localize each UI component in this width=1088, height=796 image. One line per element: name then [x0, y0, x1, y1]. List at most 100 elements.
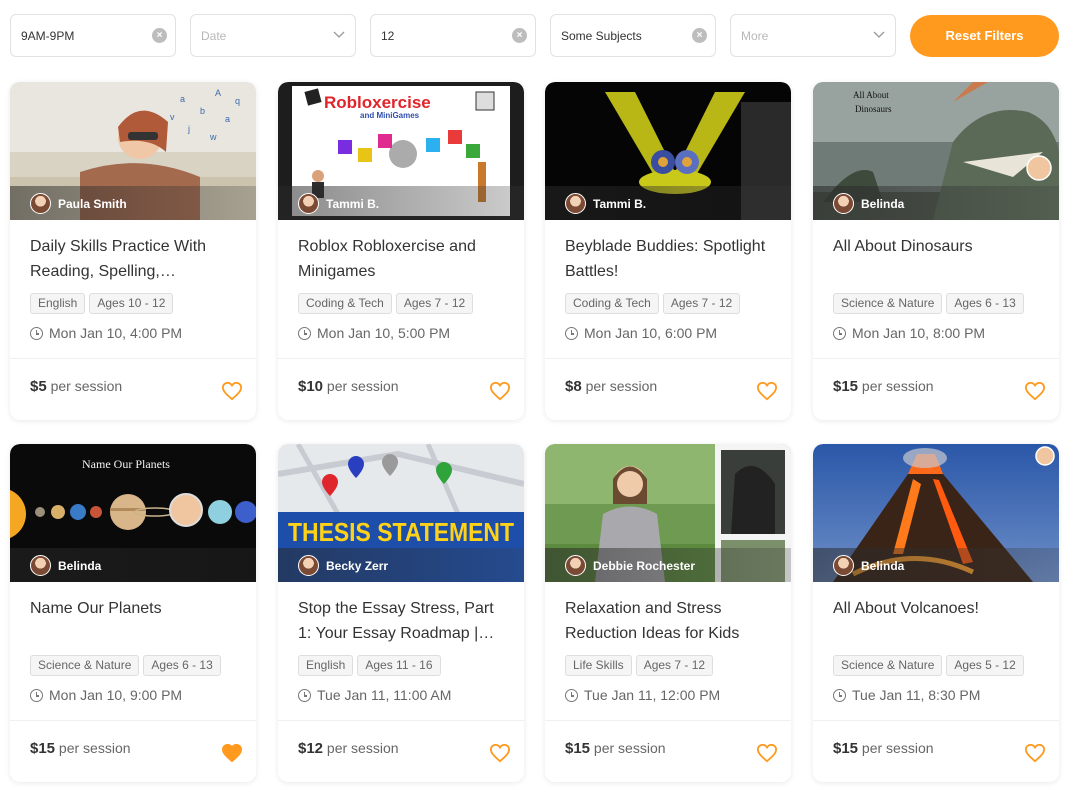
tag-list: Science & Nature Ages 6 - 13 [30, 655, 225, 677]
age-tag: Ages 7 - 12 [662, 293, 741, 314]
class-title[interactable]: Daily Skills Practice With Reading, Spel… [30, 234, 240, 284]
clear-icon[interactable]: × [512, 28, 527, 43]
class-title[interactable]: All About Dinosaurs [833, 234, 1043, 284]
age-tag: Ages 11 - 16 [357, 655, 441, 676]
divider [545, 720, 791, 721]
date-filter-placeholder: Date [201, 29, 227, 43]
divider [813, 720, 1059, 721]
tag-list: Coding & Tech Ages 7 - 12 [298, 293, 477, 315]
class-thumbnail[interactable]: THESIS STATEMENT Becky Zerr [278, 444, 524, 582]
class-title[interactable]: Beyblade Buddies: Spotlight Battles! [565, 234, 775, 284]
subjects-filter[interactable]: Some Subjects × [550, 14, 716, 57]
teacher-bar: Tammi B. [545, 186, 791, 220]
subject-tag: Science & Nature [833, 293, 943, 314]
price-amount: $8 [565, 378, 582, 395]
clear-icon[interactable]: × [692, 28, 707, 43]
class-thumbnail[interactable]: Debbie Rochester [545, 444, 791, 582]
teacher-bar: Belinda [10, 548, 256, 582]
price-suffix: per session [326, 378, 399, 394]
class-card[interactable]: All About Dinosaurs Belinda All About Di… [813, 82, 1059, 420]
clock-icon [565, 689, 578, 702]
teacher-bar: Debbie Rochester [545, 548, 791, 582]
class-time: Tue Jan 11, 8:30 PM [833, 687, 980, 703]
class-thumbnail[interactable]: Belinda [813, 444, 1059, 582]
class-card[interactable]: Tammi B. Beyblade Buddies: Spotlight Bat… [545, 82, 791, 420]
age-filter-value: 12 [381, 29, 395, 43]
svg-text:a: a [225, 114, 230, 124]
heart-icon[interactable] [221, 381, 243, 401]
class-time-text: Mon Jan 10, 5:00 PM [317, 325, 451, 341]
class-card[interactable]: THESIS STATEMENT Becky Zerr Stop the Ess… [278, 444, 524, 782]
class-title[interactable]: Name Our Planets [30, 596, 240, 646]
teacher-name: Paula Smith [58, 197, 127, 211]
class-time-text: Mon Jan 10, 6:00 PM [584, 325, 718, 341]
clock-icon [30, 327, 43, 340]
svg-text:w: w [209, 132, 217, 142]
class-thumbnail[interactable]: All About Dinosaurs Belinda [813, 82, 1059, 220]
class-title[interactable]: Roblox Robloxercise and Minigames [298, 234, 508, 284]
class-title[interactable]: All About Volcanoes! [833, 596, 1043, 646]
teacher-name: Belinda [861, 559, 905, 573]
subject-tag: Science & Nature [833, 655, 943, 676]
image-subtitle: Dinosaurs [855, 104, 892, 114]
price-suffix: per session [58, 740, 131, 756]
price: $5 per session [30, 378, 122, 395]
class-time: Mon Jan 10, 5:00 PM [298, 325, 450, 341]
reset-filters-button[interactable]: Reset Filters [910, 15, 1059, 57]
heart-icon[interactable] [489, 743, 511, 763]
teacher-bar: Tammi B. [278, 186, 524, 220]
image-title: THESIS STATEMENT [288, 517, 514, 547]
class-thumbnail[interactable]: Tammi B. [545, 82, 791, 220]
clock-icon [833, 689, 846, 702]
price-amount: $10 [298, 378, 324, 395]
svg-text:A: A [215, 88, 221, 98]
divider [545, 358, 791, 359]
price-amount: $15 [565, 740, 591, 757]
age-tag: Ages 6 - 13 [946, 293, 1024, 314]
class-title[interactable]: Relaxation and Stress Reduction Ideas fo… [565, 596, 775, 646]
teacher-name: Belinda [861, 197, 905, 211]
class-thumbnail[interactable]: Robloxercise and MiniGames Tammi B. [278, 82, 524, 220]
clear-icon[interactable]: × [152, 28, 167, 43]
price-suffix: per session [585, 378, 658, 394]
clock-icon [298, 689, 311, 702]
class-card[interactable]: Belinda All About Volcanoes! Science & N… [813, 444, 1059, 782]
teacher-name: Debbie Rochester [593, 559, 696, 573]
subject-tag: Life Skills [565, 655, 632, 676]
class-time: Mon Jan 10, 8:00 PM [833, 325, 985, 341]
age-tag: Ages 7 - 12 [395, 293, 474, 314]
class-card[interactable]: Robloxercise and MiniGames Tammi B. Robl… [278, 82, 524, 420]
avatar [565, 555, 586, 576]
date-filter[interactable]: Date [190, 14, 356, 57]
price: $15 per session [833, 378, 934, 395]
heart-icon[interactable] [1024, 381, 1046, 401]
class-card[interactable]: abA jaq vw Paula Smith Daily Skills Prac… [10, 82, 256, 420]
class-thumbnail[interactable]: Name Our Planets Belinda [10, 444, 256, 582]
heart-icon[interactable] [1024, 743, 1046, 763]
subject-tag: English [298, 655, 354, 676]
divider [10, 358, 256, 359]
heart-icon[interactable] [756, 381, 778, 401]
teacher-bar: Paula Smith [10, 186, 256, 220]
class-title[interactable]: Stop the Essay Stress, Part 1: Your Essa… [298, 596, 508, 646]
age-filter[interactable]: 12 × [370, 14, 536, 57]
price-suffix: per session [861, 740, 934, 756]
heart-icon[interactable] [756, 743, 778, 763]
price-suffix: per session [326, 740, 399, 756]
chevron-down-icon [873, 31, 885, 38]
class-thumbnail[interactable]: abA jaq vw Paula Smith [10, 82, 256, 220]
class-card[interactable]: Debbie Rochester Relaxation and Stress R… [545, 444, 791, 782]
time-filter[interactable]: 9AM-9PM × [10, 14, 176, 57]
class-card[interactable]: Name Our Planets Belinda Name Our Planet… [10, 444, 256, 782]
class-time-text: Mon Jan 10, 9:00 PM [49, 687, 183, 703]
age-tag: Ages 6 - 13 [143, 655, 221, 676]
heart-filled-icon[interactable] [221, 743, 243, 763]
class-time: Mon Jan 10, 9:00 PM [30, 687, 182, 703]
divider [278, 720, 524, 721]
image-subtitle: and MiniGames [360, 111, 420, 120]
subject-tag: Coding & Tech [298, 293, 392, 314]
price-amount: $15 [833, 740, 859, 757]
teacher-bar: Becky Zerr [278, 548, 524, 582]
heart-icon[interactable] [489, 381, 511, 401]
more-filter[interactable]: More [730, 14, 896, 57]
